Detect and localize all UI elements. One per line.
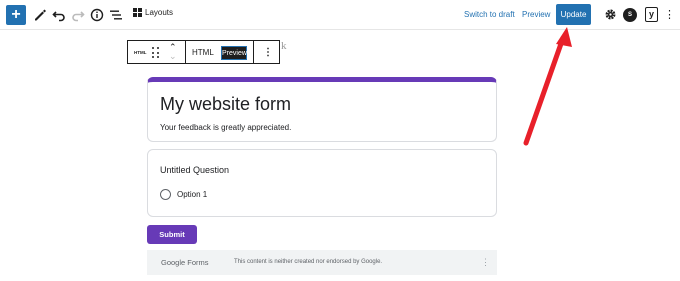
form-description: Your feedback is greatly appreciated. (160, 123, 292, 132)
update-button[interactable]: Update (556, 4, 591, 25)
kebab-icon[interactable]: ⋮ (263, 46, 273, 60)
list-view-icon[interactable] (108, 7, 124, 23)
move-down-icon[interactable]: ⌄ (169, 52, 177, 61)
block-options: ⋮ (254, 41, 279, 63)
footer-disclaimer: This content is neither created nor endo… (234, 259, 383, 265)
submit-button[interactable]: Submit (147, 225, 197, 244)
yoast-icon[interactable]: y (645, 7, 658, 22)
options-kebab-icon[interactable]: ⋮ (664, 7, 675, 23)
ghost-text: k (281, 40, 287, 52)
pencil-icon[interactable] (32, 7, 48, 23)
block-mover[interactable]: ⌃ ⌄ (169, 43, 177, 61)
editor-screen: + Layouts Switch to draft Preview Update… (0, 0, 680, 281)
question-title: Untitled Question (160, 165, 230, 175)
option-1-label[interactable]: Option 1 (177, 190, 207, 199)
block-controls-group: HTML ⌃ ⌄ (128, 41, 186, 63)
forms-footer: Google Forms This content is neither cre… (147, 250, 497, 275)
plugin-badge-icon[interactable]: S (623, 8, 637, 22)
undo-icon[interactable] (51, 7, 67, 23)
preview-button[interactable]: Preview (522, 10, 550, 19)
layouts-button[interactable]: Layouts (133, 8, 173, 17)
info-icon[interactable] (89, 7, 105, 23)
form-header-card: My website form Your feedback is greatly… (147, 77, 497, 142)
layouts-icon (133, 8, 142, 17)
html-preview-toggle: HTML Preview (186, 41, 254, 63)
redo-icon[interactable] (70, 7, 86, 23)
layouts-label: Layouts (145, 8, 174, 17)
inserter-icon[interactable]: + (6, 5, 26, 25)
switch-to-draft-button[interactable]: Switch to draft (464, 10, 515, 19)
gear-icon[interactable] (604, 8, 617, 21)
html-tab[interactable]: HTML (192, 48, 214, 57)
form-title: My website form (160, 94, 292, 114)
question-card: Untitled Question Option 1 (147, 149, 497, 217)
preview-tab[interactable]: Preview (221, 46, 247, 60)
option-1-radio[interactable] (160, 189, 171, 200)
top-toolbar: + Layouts Switch to draft Preview Update… (0, 0, 680, 30)
html-block-icon[interactable]: HTML (134, 50, 147, 55)
block-toolbar: HTML ⌃ ⌄ HTML Preview ⋮ (127, 40, 280, 64)
drag-handle-icon[interactable] (152, 47, 160, 59)
footer-more-icon[interactable]: ⋮ (481, 256, 490, 268)
google-forms-logo: Google Forms (161, 258, 209, 267)
